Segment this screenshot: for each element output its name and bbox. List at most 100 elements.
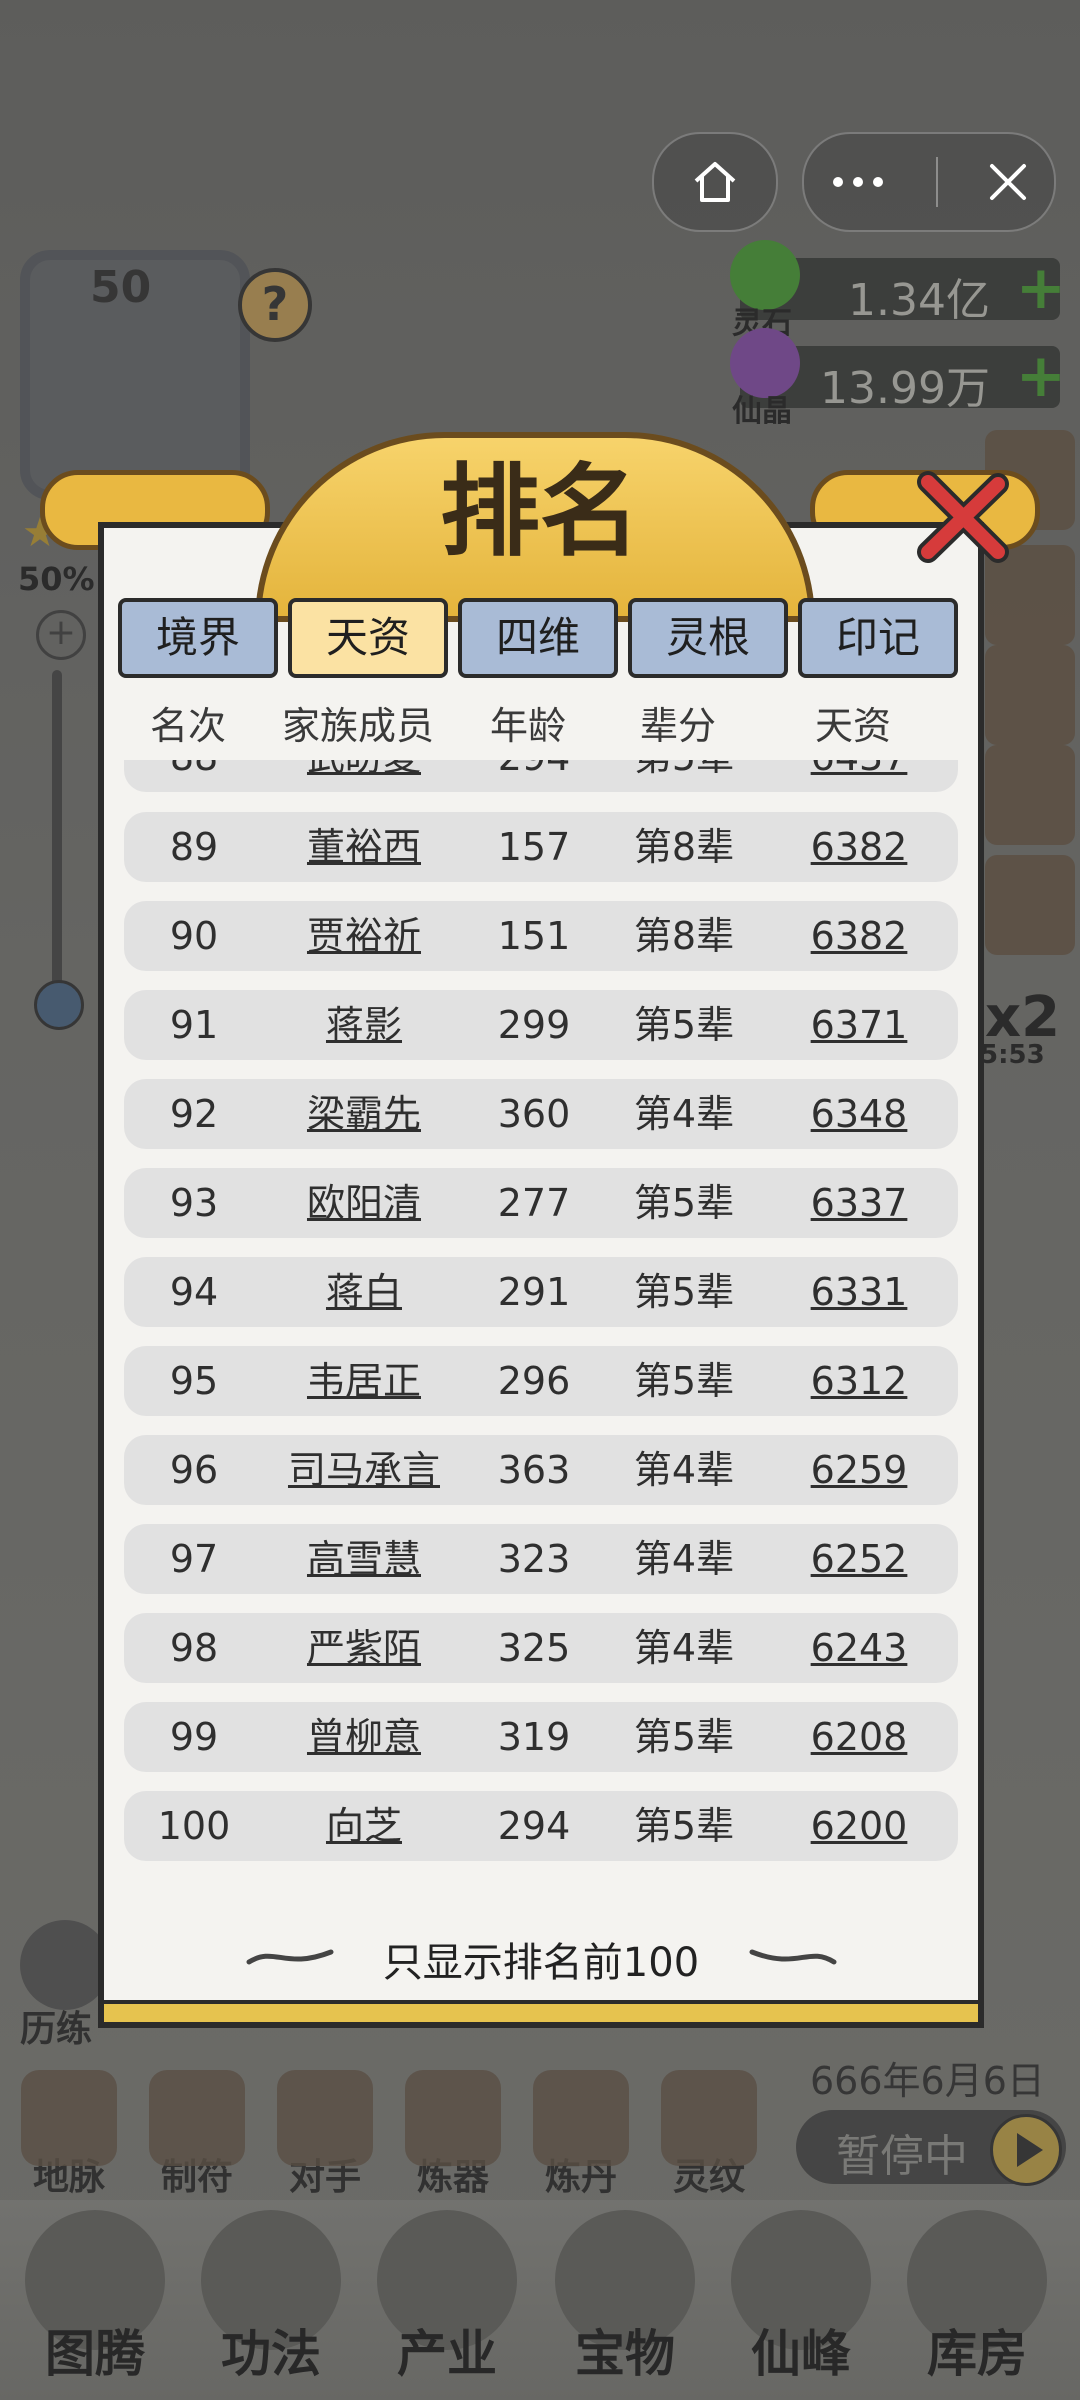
- age: 291: [497, 1270, 571, 1314]
- rank: 96: [169, 1448, 219, 1492]
- talent-link[interactable]: 6348: [774, 1079, 944, 1149]
- age: 319: [497, 1715, 571, 1759]
- table-header: 名次 家族成员 年龄 辈分 天资: [118, 695, 964, 759]
- talent-link[interactable]: 6382: [774, 901, 944, 971]
- member-name-link[interactable]: 董裕西: [274, 812, 454, 882]
- generation: 第5辈: [633, 1715, 735, 1759]
- rank: 88: [124, 760, 264, 792]
- member-name-link[interactable]: 梁霸先: [274, 1079, 454, 1149]
- rank: 100: [157, 1804, 231, 1848]
- home-button[interactable]: [652, 132, 778, 232]
- talent-link[interactable]: 6331: [774, 1257, 944, 1327]
- talent-link[interactable]: 6243: [774, 1613, 944, 1683]
- ranking-list[interactable]: 88 武盼夏 294 第5辈 6437 89 董裕西 157 第8辈 6382 …: [118, 760, 964, 1875]
- talent-link[interactable]: 6200: [774, 1791, 944, 1861]
- modal-title: 排名: [440, 452, 640, 570]
- generation: 第5辈: [633, 1359, 735, 1403]
- tab-linggen[interactable]: 灵根: [628, 598, 788, 678]
- age: 360: [497, 1092, 571, 1136]
- member-name-link[interactable]: 贾裕祈: [274, 901, 454, 971]
- table-row: 97 高雪慧 323 第4辈 6252: [124, 1524, 958, 1594]
- generation: 第5辈: [633, 1270, 735, 1314]
- generation: 第4辈: [633, 1448, 735, 1492]
- talent-link[interactable]: 6337: [774, 1168, 944, 1238]
- talent-link[interactable]: 6437: [774, 760, 944, 792]
- header-member: 家族成员: [281, 704, 434, 748]
- ranking-tabs: 境界 天资 四维 灵根 印记: [118, 598, 964, 682]
- generation: 第5辈: [633, 1003, 735, 1047]
- generation: 第4辈: [633, 1537, 735, 1581]
- table-row: 100 向芝 294 第5辈 6200: [124, 1791, 958, 1861]
- member-name-link[interactable]: 武盼夏: [274, 760, 454, 792]
- generation: 第8辈: [633, 914, 735, 958]
- table-row: 99 曾柳意 319 第5辈 6208: [124, 1702, 958, 1772]
- age: 325: [497, 1626, 571, 1670]
- rank: 89: [169, 825, 219, 869]
- capsule-divider: [936, 157, 938, 207]
- home-icon: [694, 162, 736, 202]
- header-generation: 辈分: [639, 704, 716, 748]
- table-row: 89 董裕西 157 第8辈 6382: [124, 812, 958, 882]
- rank: 97: [169, 1537, 219, 1581]
- age: 151: [497, 914, 571, 958]
- rank: 95: [169, 1359, 219, 1403]
- table-row: 95 韦居正 296 第5辈 6312: [124, 1346, 958, 1416]
- header-talent: 天资: [814, 704, 891, 748]
- tab-tianzi[interactable]: 天资: [288, 598, 448, 678]
- age: 299: [497, 1003, 571, 1047]
- member-name-link[interactable]: 蒋影: [274, 990, 454, 1060]
- talent-link[interactable]: 6382: [774, 812, 944, 882]
- swirl-right-icon: [749, 1949, 837, 1965]
- rank: 99: [169, 1715, 219, 1759]
- generation: 第4辈: [633, 1626, 735, 1670]
- close-icon[interactable]: [914, 470, 1010, 566]
- member-name-link[interactable]: 曾柳意: [274, 1702, 454, 1772]
- talent-link[interactable]: 6252: [774, 1524, 944, 1594]
- generation: 第5辈: [633, 1804, 735, 1848]
- age: 296: [497, 1359, 571, 1403]
- member-name-link[interactable]: 韦居正: [274, 1346, 454, 1416]
- age: 294: [497, 1804, 571, 1848]
- table-row: 92 梁霸先 360 第4辈 6348: [124, 1079, 958, 1149]
- tab-siwei[interactable]: 四维: [458, 598, 618, 678]
- header-age: 年龄: [489, 704, 566, 748]
- close-x-icon[interactable]: [986, 160, 1030, 204]
- rank: 91: [169, 1003, 219, 1047]
- table-row: 93 欧阳清 277 第5辈 6337: [124, 1168, 958, 1238]
- rank: 93: [169, 1181, 219, 1225]
- generation: 第5辈: [633, 1181, 735, 1225]
- talent-link[interactable]: 6208: [774, 1702, 944, 1772]
- generation: 第5辈: [614, 760, 754, 792]
- header-rank: 名次: [149, 704, 226, 748]
- capsule-menu: [802, 132, 1056, 232]
- age: 277: [497, 1181, 571, 1225]
- table-row: 91 蒋影 299 第5辈 6371: [124, 990, 958, 1060]
- more-dots-icon[interactable]: [828, 172, 888, 192]
- table-row: 96 司马承言 363 第4辈 6259: [124, 1435, 958, 1505]
- age: 363: [497, 1448, 571, 1492]
- table-row: 98 严紫陌 325 第4辈 6243: [124, 1613, 958, 1683]
- rank: 94: [169, 1270, 219, 1314]
- member-name-link[interactable]: 严紫陌: [274, 1613, 454, 1683]
- age: 294: [474, 760, 594, 792]
- tab-yinji[interactable]: 印记: [798, 598, 958, 678]
- table-row: 90 贾裕祈 151 第8辈 6382: [124, 901, 958, 971]
- age: 323: [497, 1537, 571, 1581]
- modal-bottom-trim: [104, 2000, 978, 2022]
- talent-link[interactable]: 6371: [774, 990, 944, 1060]
- talent-link[interactable]: 6259: [774, 1435, 944, 1505]
- member-name-link[interactable]: 司马承言: [274, 1435, 454, 1505]
- member-name-link[interactable]: 蒋白: [274, 1257, 454, 1327]
- tab-jingjie[interactable]: 境界: [118, 598, 278, 678]
- talent-link[interactable]: 6312: [774, 1346, 944, 1416]
- member-name-link[interactable]: 向芝: [274, 1791, 454, 1861]
- rank: 98: [169, 1626, 219, 1670]
- rank: 90: [169, 914, 219, 958]
- table-row: 88 武盼夏 294 第5辈 6437: [124, 760, 958, 792]
- generation: 第8辈: [633, 825, 735, 869]
- member-name-link[interactable]: 欧阳清: [274, 1168, 454, 1238]
- table-row: 94 蒋白 291 第5辈 6331: [124, 1257, 958, 1327]
- member-name-link[interactable]: 高雪慧: [274, 1524, 454, 1594]
- age: 157: [497, 825, 571, 869]
- generation: 第4辈: [633, 1092, 735, 1136]
